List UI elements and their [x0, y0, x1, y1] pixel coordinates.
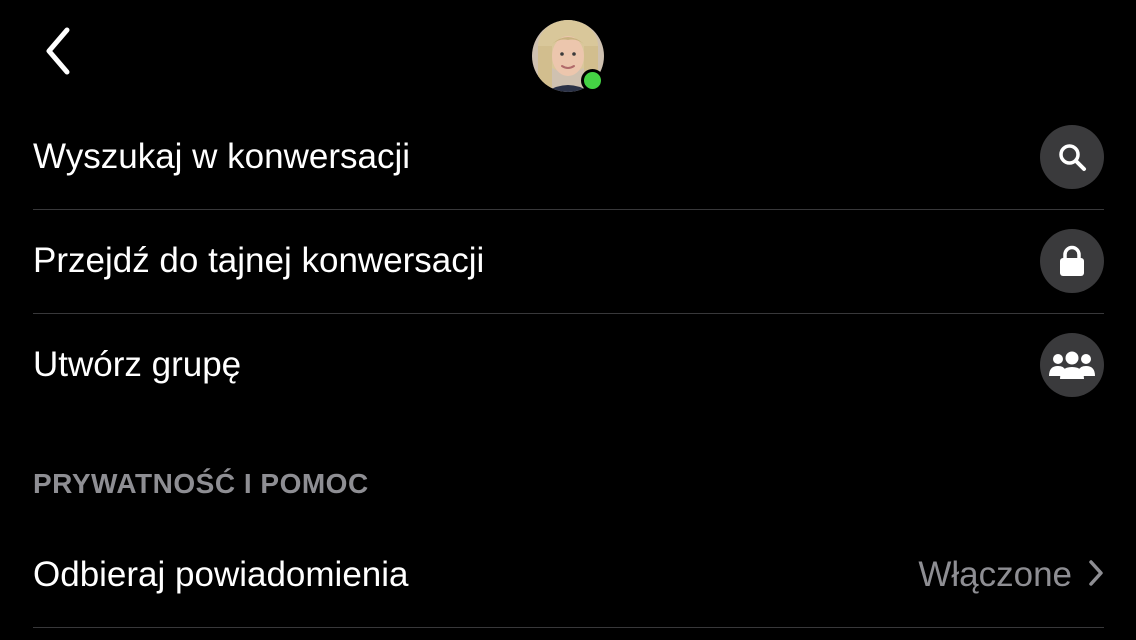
notifications-row[interactable]: Odbieraj powiadomienia Włączone — [33, 523, 1104, 628]
lock-icon — [1040, 229, 1104, 293]
contact-avatar[interactable] — [532, 20, 604, 92]
notifications-value: Włączone — [918, 555, 1072, 594]
search-in-conversation-row[interactable]: Wyszukaj w konwersacji — [33, 105, 1104, 210]
create-group-label: Utwórz grupę — [33, 345, 242, 384]
create-group-row[interactable]: Utwórz grupę — [33, 313, 1104, 417]
secret-conversation-row[interactable]: Przejdź do tajnej konwersacji — [33, 209, 1104, 314]
back-button[interactable] — [36, 26, 80, 81]
search-icon — [1040, 125, 1104, 189]
privacy-help-section-header: PRYWATNOŚĆ I POMOC — [33, 468, 369, 499]
secret-conversation-label: Przejdź do tajnej konwersacji — [33, 241, 485, 280]
chevron-right-icon — [1088, 559, 1104, 592]
notifications-label: Odbieraj powiadomienia — [33, 555, 409, 594]
chevron-left-icon — [43, 26, 73, 81]
search-in-conversation-label: Wyszukaj w konwersacji — [33, 137, 411, 176]
online-status-indicator — [581, 69, 604, 92]
group-icon — [1040, 333, 1104, 397]
